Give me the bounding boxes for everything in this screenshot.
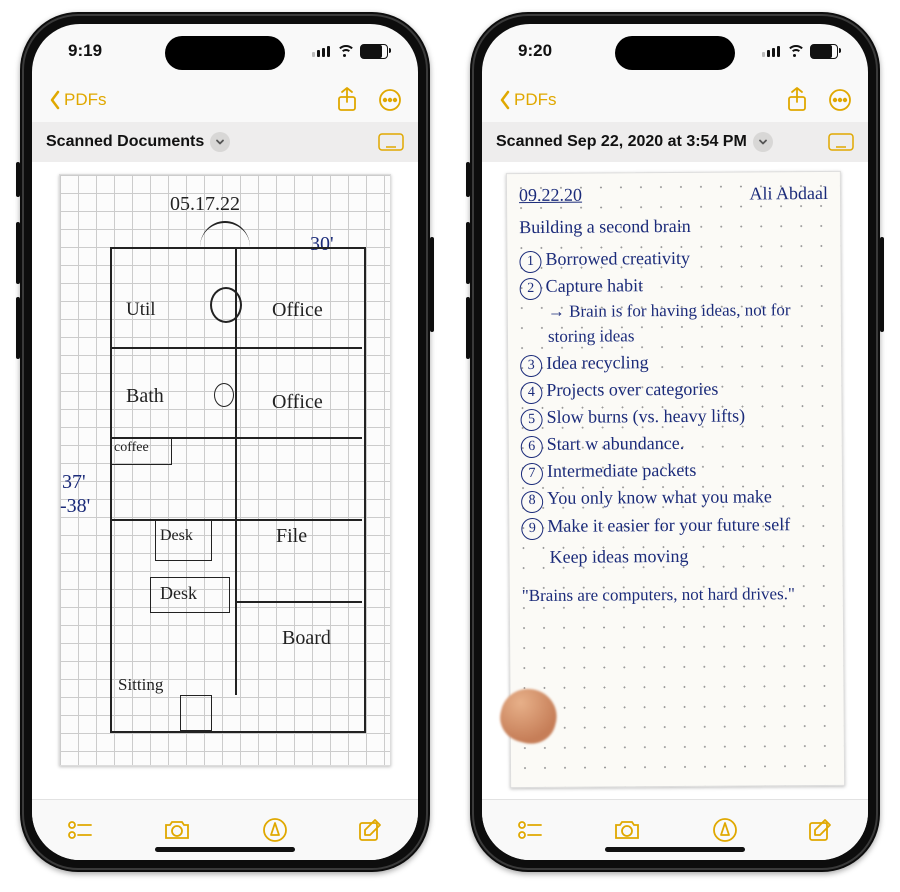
room-util: Util [126, 299, 156, 321]
checklist-icon[interactable] [67, 819, 93, 841]
room-desk2: Desk [160, 583, 197, 604]
cellular-icon [312, 46, 330, 57]
compose-icon[interactable] [807, 817, 833, 843]
notes-title: Building a second brain [519, 212, 836, 240]
notes-quote: "Brains are computers, not hard drives." [521, 582, 838, 609]
wifi-icon [786, 45, 804, 58]
phone-right: 9:20 PDFs Scanned S [470, 12, 880, 872]
note-title[interactable]: Scanned Sep 22, 2020 at 3:54 PM [496, 133, 747, 151]
notes-item: Slow burns (vs. heavy lifts) [546, 406, 745, 427]
notes-item: You only know what you make [547, 487, 772, 509]
camera-icon[interactable] [162, 818, 192, 842]
scanned-notes-page[interactable]: 09.22.20 Ali Abdaal Building a second br… [505, 171, 844, 788]
battery-icon [360, 44, 388, 59]
back-label: PDFs [64, 90, 107, 110]
expand-icon[interactable] [753, 132, 773, 152]
expand-icon[interactable] [210, 132, 230, 152]
home-indicator[interactable] [155, 847, 295, 852]
room-coffee: coffee [114, 440, 149, 456]
note-title-bar: Scanned Documents [32, 122, 418, 162]
keyboard-icon[interactable] [378, 133, 404, 151]
note-content: 05.17.22 30' 37' -38' [32, 162, 418, 799]
note-content: 09.22.20 Ali Abdaal Building a second br… [482, 162, 868, 799]
room-file: File [276, 525, 307, 548]
thumb-in-photo [494, 683, 562, 749]
scanned-floor-plan[interactable]: 05.17.22 30' 37' -38' [59, 174, 391, 766]
note-title[interactable]: Scanned Documents [46, 133, 204, 151]
notes-date: 09.22.20 [518, 182, 581, 209]
notes-author: Ali Abdaal [749, 180, 828, 207]
status-time: 9:19 [68, 41, 102, 61]
share-icon[interactable] [786, 87, 808, 113]
back-button[interactable]: PDFs [48, 90, 107, 110]
dim-left-top: 37' [62, 471, 86, 494]
notes-item: Borrowed creativity [545, 248, 690, 269]
notes-closing: Keep ideas moving [549, 542, 838, 570]
room-office1: Office [272, 299, 323, 322]
notes-subnote: → Brain is for having ideas, not for sto… [547, 298, 836, 349]
battery-icon [810, 44, 838, 59]
markup-icon[interactable] [712, 817, 738, 843]
keyboard-icon[interactable] [828, 133, 854, 151]
wifi-icon [336, 45, 354, 58]
home-indicator[interactable] [605, 847, 745, 852]
room-board: Board [282, 627, 331, 650]
more-icon[interactable] [378, 88, 402, 112]
room-bath: Bath [126, 385, 164, 408]
back-button[interactable]: PDFs [498, 90, 557, 110]
notes-item: Start w abundance. [546, 433, 684, 454]
markup-icon[interactable] [262, 817, 288, 843]
more-icon[interactable] [828, 88, 852, 112]
notes-item: Make it easier for your future self [547, 514, 790, 536]
room-sitting: Sitting [118, 675, 163, 695]
dynamic-island [165, 36, 285, 70]
camera-icon[interactable] [612, 818, 642, 842]
notes-item: Idea recycling [546, 352, 649, 373]
notes-item: Intermediate packets [546, 460, 696, 481]
nav-bar: PDFs [482, 78, 868, 122]
notes-item: Capture habit [545, 276, 643, 297]
dim-left-bot: -38' [60, 495, 90, 518]
room-office2: Office [272, 391, 323, 414]
back-label: PDFs [514, 90, 557, 110]
note-title-bar: Scanned Sep 22, 2020 at 3:54 PM [482, 122, 868, 162]
phone-left: 9:19 PDFs Scanned D [20, 12, 430, 872]
room-desk1: Desk [160, 527, 193, 545]
scan-date: 05.17.22 [170, 193, 240, 216]
checklist-icon[interactable] [517, 819, 543, 841]
compose-icon[interactable] [357, 817, 383, 843]
cellular-icon [762, 46, 780, 57]
nav-bar: PDFs [32, 78, 418, 122]
notes-item: Projects over categories [546, 379, 718, 400]
share-icon[interactable] [336, 87, 358, 113]
status-time: 9:20 [518, 41, 552, 61]
dynamic-island [615, 36, 735, 70]
